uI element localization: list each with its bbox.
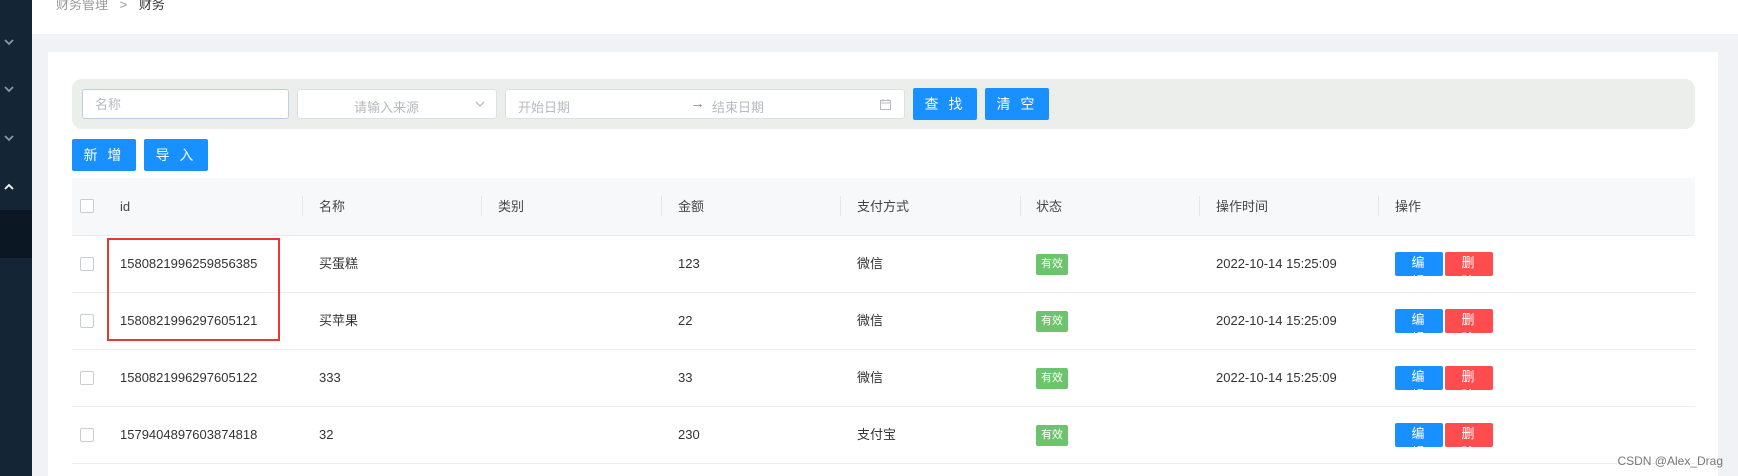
cell-name: 买蛋糕 <box>319 256 359 271</box>
column-divider <box>1199 196 1200 216</box>
end-date-input[interactable]: 结束日期 <box>712 97 764 116</box>
column-header-time[interactable]: 操作时间 <box>1216 178 1268 235</box>
breadcrumb-separator: > <box>119 0 128 12</box>
table-row[interactable]: 1579404897603874818 32 230 支付宝 有效 编 辑 删 … <box>72 407 1695 464</box>
column-header-id[interactable]: id <box>120 178 130 235</box>
column-divider <box>302 196 303 216</box>
cell-payment: 微信 <box>857 313 884 328</box>
breadcrumb-parent[interactable]: 财务管理 <box>56 0 108 12</box>
delete-button[interactable]: 删 除 <box>1445 252 1493 289</box>
chevron-down-icon[interactable] <box>2 131 16 145</box>
edit-button[interactable]: 编 辑 <box>1395 309 1443 346</box>
cell-id: 1580821996297605122 <box>120 370 258 385</box>
clear-button[interactable]: 清 空 <box>985 88 1049 120</box>
cell-amount: 123 <box>678 256 700 271</box>
cell-amount: 33 <box>678 370 693 385</box>
cell-payment: 支付宝 <box>857 427 897 442</box>
cell-name: 32 <box>319 427 334 442</box>
row-checkbox[interactable] <box>80 257 94 271</box>
status-badge: 有效 <box>1036 368 1068 389</box>
status-badge: 有效 <box>1036 254 1068 275</box>
table-row[interactable]: 1580821996297605121 买苹果 22 微信 有效 2022-10… <box>72 293 1695 350</box>
start-date-input[interactable]: 开始日期 <box>518 97 570 116</box>
date-range-picker[interactable]: 开始日期 → 结束日期 <box>505 89 905 119</box>
column-header-category[interactable]: 类别 <box>498 178 524 235</box>
cell-time: 2022-10-14 15:25:09 <box>1216 313 1337 328</box>
status-badge: 有效 <box>1036 311 1068 332</box>
chevron-down-icon <box>474 98 486 113</box>
scrollbar-track[interactable] <box>1718 52 1738 476</box>
source-select[interactable]: 请输入来源 <box>297 89 497 119</box>
column-header-payment[interactable]: 支付方式 <box>857 178 909 235</box>
edit-button[interactable]: 编 辑 <box>1395 366 1443 403</box>
delete-button[interactable]: 删 除 <box>1445 366 1493 403</box>
edit-button[interactable]: 编 辑 <box>1395 423 1443 460</box>
breadcrumb-current: 财务 <box>138 0 165 12</box>
chevron-down-icon[interactable] <box>2 82 16 96</box>
finance-table: id 名称 类别 金额 支付方式 状态 操作时间 操作 158082199625… <box>72 178 1695 464</box>
column-header-actions: 操作 <box>1395 199 1422 214</box>
row-checkbox[interactable] <box>80 371 94 385</box>
select-all-checkbox[interactable] <box>80 199 94 213</box>
search-button[interactable]: 查 找 <box>913 88 977 120</box>
name-input[interactable] <box>93 90 277 118</box>
delete-button[interactable]: 删 除 <box>1445 423 1493 460</box>
watermark: CSDN @Alex_Drag <box>1617 454 1723 468</box>
cell-name: 333 <box>319 370 341 385</box>
delete-button[interactable]: 删 除 <box>1445 309 1493 346</box>
row-checkbox[interactable] <box>80 314 94 328</box>
cell-amount: 22 <box>678 313 693 328</box>
table-header: id 名称 类别 金额 支付方式 状态 操作时间 操作 <box>72 178 1695 236</box>
column-header-amount[interactable]: 金额 <box>678 178 704 235</box>
add-button[interactable]: 新 增 <box>72 139 136 171</box>
sidebar-active-item[interactable] <box>0 210 32 258</box>
calendar-icon <box>879 98 892 114</box>
chevron-down-icon[interactable] <box>2 35 16 49</box>
name-field[interactable] <box>82 89 289 119</box>
column-header-status[interactable]: 状态 <box>1036 178 1062 235</box>
cell-payment: 微信 <box>857 370 884 385</box>
cell-time: 2022-10-14 15:25:09 <box>1216 370 1337 385</box>
table-row[interactable]: 1580821996259856385 买蛋糕 123 微信 有效 2022-1… <box>72 236 1695 293</box>
import-button[interactable]: 导 入 <box>144 139 208 171</box>
row-checkbox[interactable] <box>80 428 94 442</box>
cell-time: 2022-10-14 15:25:09 <box>1216 256 1337 271</box>
column-divider <box>1378 196 1379 216</box>
column-header-name[interactable]: 名称 <box>319 178 345 235</box>
status-badge: 有效 <box>1036 425 1068 446</box>
edit-button[interactable]: 编 辑 <box>1395 252 1443 289</box>
table-row[interactable]: 1580821996297605122 333 33 微信 有效 2022-10… <box>72 350 1695 407</box>
column-divider <box>1020 196 1021 216</box>
source-placeholder: 请输入来源 <box>354 100 420 115</box>
breadcrumb: 财务管理 > 财务 <box>56 0 165 13</box>
column-divider <box>840 196 841 216</box>
breadcrumb-bar: 财务管理 > 财务 <box>32 0 1738 34</box>
cell-id: 1580821996297605121 <box>120 313 258 328</box>
column-divider <box>661 196 662 216</box>
cell-id: 1579404897603874818 <box>120 427 258 442</box>
cell-amount: 230 <box>678 427 700 442</box>
chevron-up-icon[interactable] <box>2 180 16 194</box>
cell-name: 买苹果 <box>319 313 359 328</box>
date-range-separator: → <box>690 95 705 112</box>
column-divider <box>481 196 482 216</box>
cell-payment: 微信 <box>857 256 884 271</box>
cell-id: 1580821996259856385 <box>120 256 258 271</box>
sidebar <box>0 0 32 476</box>
